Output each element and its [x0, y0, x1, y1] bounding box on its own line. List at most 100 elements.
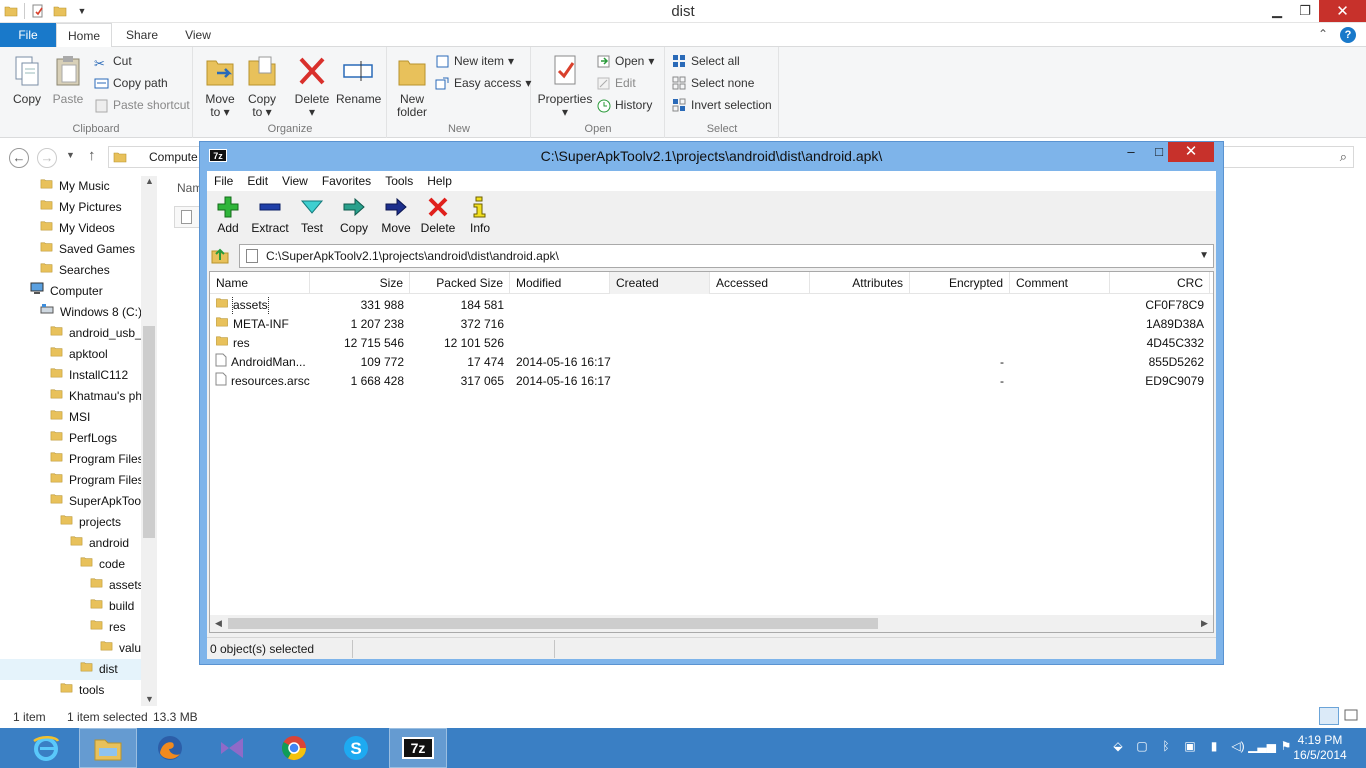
- tree-item[interactable]: android_usb_: [50, 323, 142, 344]
- copy-button[interactable]: Copy: [8, 53, 46, 106]
- 7zip-horizontal-scrollbar[interactable]: ◀ ▶: [210, 615, 1213, 632]
- tab-view[interactable]: View: [172, 23, 224, 47]
- chevron-down-icon[interactable]: ▼: [1199, 245, 1209, 267]
- back-arrow-icon[interactable]: ←: [9, 148, 29, 168]
- chevron-up-icon[interactable]: ⌃: [1318, 27, 1328, 43]
- column-header-modified[interactable]: Modified: [510, 272, 610, 294]
- chrome-icon[interactable]: [265, 728, 323, 768]
- onedrive-icon[interactable]: ▢: [1134, 738, 1150, 754]
- column-header-crc[interactable]: CRC: [1110, 272, 1210, 294]
- horizontal-scroll-thumb[interactable]: [228, 618, 878, 629]
- easy-access-button[interactable]: Easy access ▾: [435, 73, 531, 93]
- menu-view[interactable]: View: [275, 171, 315, 191]
- scroll-up-arrow-icon[interactable]: ▲: [145, 176, 154, 186]
- test-button[interactable]: Test: [291, 195, 333, 235]
- column-header-size[interactable]: Size: [310, 272, 410, 294]
- tree-item[interactable]: Saved Games: [40, 239, 135, 260]
- properties-button[interactable]: Properties ▾: [537, 53, 593, 119]
- copy-button[interactable]: Copy: [333, 195, 375, 235]
- tree-item[interactable]: valu: [100, 638, 141, 659]
- menu-edit[interactable]: Edit: [240, 171, 275, 191]
- paste-button[interactable]: Paste: [49, 53, 87, 106]
- info-button[interactable]: Info: [459, 195, 501, 235]
- table-row[interactable]: META-INF 1 207 238 372 716 1A89D38A: [210, 315, 1213, 334]
- copy-path-button[interactable]: Copy path: [94, 73, 168, 93]
- column-header-accessed[interactable]: Accessed: [710, 272, 810, 294]
- history-button[interactable]: History: [596, 95, 652, 115]
- open-button[interactable]: Open ▾: [596, 51, 654, 71]
- tree-item[interactable]: res: [90, 617, 126, 638]
- tree-item[interactable]: build: [90, 596, 134, 617]
- restore-icon[interactable]: ❐: [1291, 0, 1319, 22]
- menu-tools[interactable]: Tools: [378, 171, 420, 191]
- file-explorer-taskbar-icon[interactable]: [79, 728, 137, 768]
- column-header-comment[interactable]: Comment: [1010, 272, 1110, 294]
- tree-item[interactable]: Program Files: [50, 470, 144, 491]
- tree-item[interactable]: My Music: [40, 176, 110, 197]
- tree-item[interactable]: apktool: [50, 344, 108, 365]
- move-to-button[interactable]: Move to ▾: [202, 53, 238, 119]
- edit-button[interactable]: Edit: [596, 73, 636, 93]
- table-row[interactable]: assets 331 988 184 581 CF0F78C9: [210, 296, 1213, 315]
- navigation-pane-scrollbar[interactable]: ▲ ▼: [141, 176, 157, 706]
- tree-item[interactable]: Computer: [30, 281, 103, 302]
- move-button[interactable]: Move: [375, 195, 417, 235]
- tree-item[interactable]: android: [70, 533, 129, 554]
- file-list-item[interactable]: [174, 206, 200, 228]
- network-share-icon[interactable]: ⬙: [1110, 738, 1126, 754]
- firefox-icon[interactable]: [141, 728, 199, 768]
- add-button[interactable]: Add: [207, 195, 249, 235]
- copy-to-button[interactable]: Copy to ▾: [244, 53, 280, 119]
- tree-item[interactable]: Program Files: [50, 449, 144, 470]
- column-header-attributes[interactable]: Attributes: [810, 272, 910, 294]
- volume-icon[interactable]: ◁): [1230, 738, 1246, 754]
- 7zip-taskbar-icon[interactable]: 7z: [389, 728, 447, 768]
- paste-shortcut-button[interactable]: Paste shortcut: [94, 95, 190, 115]
- tree-item[interactable]: MSI: [50, 407, 90, 428]
- menu-help[interactable]: Help: [420, 171, 459, 191]
- select-all-button[interactable]: Select all: [672, 51, 740, 71]
- close-icon[interactable]: ✕: [1168, 142, 1214, 162]
- tray-app-icon[interactable]: ▣: [1182, 738, 1198, 754]
- tree-item[interactable]: My Pictures: [40, 197, 122, 218]
- delete-button[interactable]: Delete ▾: [292, 53, 332, 119]
- bluetooth-icon[interactable]: ᛒ: [1158, 738, 1174, 754]
- tree-item[interactable]: dist: [0, 659, 141, 680]
- battery-icon[interactable]: ▮: [1206, 738, 1222, 754]
- internet-explorer-icon[interactable]: [17, 728, 75, 768]
- signal-icon[interactable]: ▁▃▅: [1248, 738, 1276, 754]
- table-row[interactable]: res 12 715 546 12 101 526 4D45C332: [210, 334, 1213, 353]
- minimize-icon[interactable]: ▁: [1263, 0, 1291, 22]
- menu-file[interactable]: File: [207, 171, 240, 191]
- tab-home[interactable]: Home: [56, 23, 112, 48]
- column-header-created[interactable]: Created: [610, 272, 710, 294]
- menu-favorites[interactable]: Favorites: [315, 171, 378, 191]
- tree-item[interactable]: assets: [90, 575, 144, 596]
- minimize-icon[interactable]: –: [1117, 142, 1145, 162]
- column-header-name[interactable]: Name: [210, 272, 310, 294]
- skype-icon[interactable]: S: [327, 728, 385, 768]
- cut-button[interactable]: ✂ Cut: [94, 51, 132, 71]
- select-none-button[interactable]: Select none: [672, 73, 754, 93]
- tree-item[interactable]: InstallC112: [50, 365, 128, 386]
- close-icon[interactable]: ✕: [1319, 0, 1366, 22]
- tree-item[interactable]: code: [80, 554, 125, 575]
- new-folder-button[interactable]: New folder: [394, 53, 430, 119]
- 7zip-path-input[interactable]: C:\SuperApkToolv2.1\projects\android\dis…: [239, 244, 1214, 268]
- tab-share[interactable]: Share: [116, 23, 168, 47]
- new-item-button[interactable]: New item ▾: [435, 51, 514, 71]
- tree-item[interactable]: Windows 8 (C:): [40, 302, 142, 323]
- forward-arrow-icon[interactable]: →: [37, 148, 57, 168]
- up-folder-button[interactable]: [209, 245, 235, 267]
- table-row[interactable]: AndroidMan... 109 772 17 474 2014-05-16 16:…: [210, 353, 1213, 372]
- tree-item[interactable]: My Videos: [40, 218, 115, 239]
- tree-item[interactable]: SuperApkTool: [50, 491, 144, 512]
- table-row[interactable]: resources.arsc 1 668 428 317 065 2014-05-16…: [210, 372, 1213, 391]
- invert-selection-button[interactable]: Invert selection: [672, 95, 772, 115]
- tree-item[interactable]: PerfLogs: [50, 428, 117, 449]
- column-header-encrypted[interactable]: Encrypted: [910, 272, 1010, 294]
- help-icon[interactable]: ?: [1340, 27, 1356, 43]
- scroll-down-arrow-icon[interactable]: ▼: [145, 694, 154, 704]
- up-arrow-icon[interactable]: ↑: [88, 147, 96, 164]
- tree-item[interactable]: Searches: [40, 260, 110, 281]
